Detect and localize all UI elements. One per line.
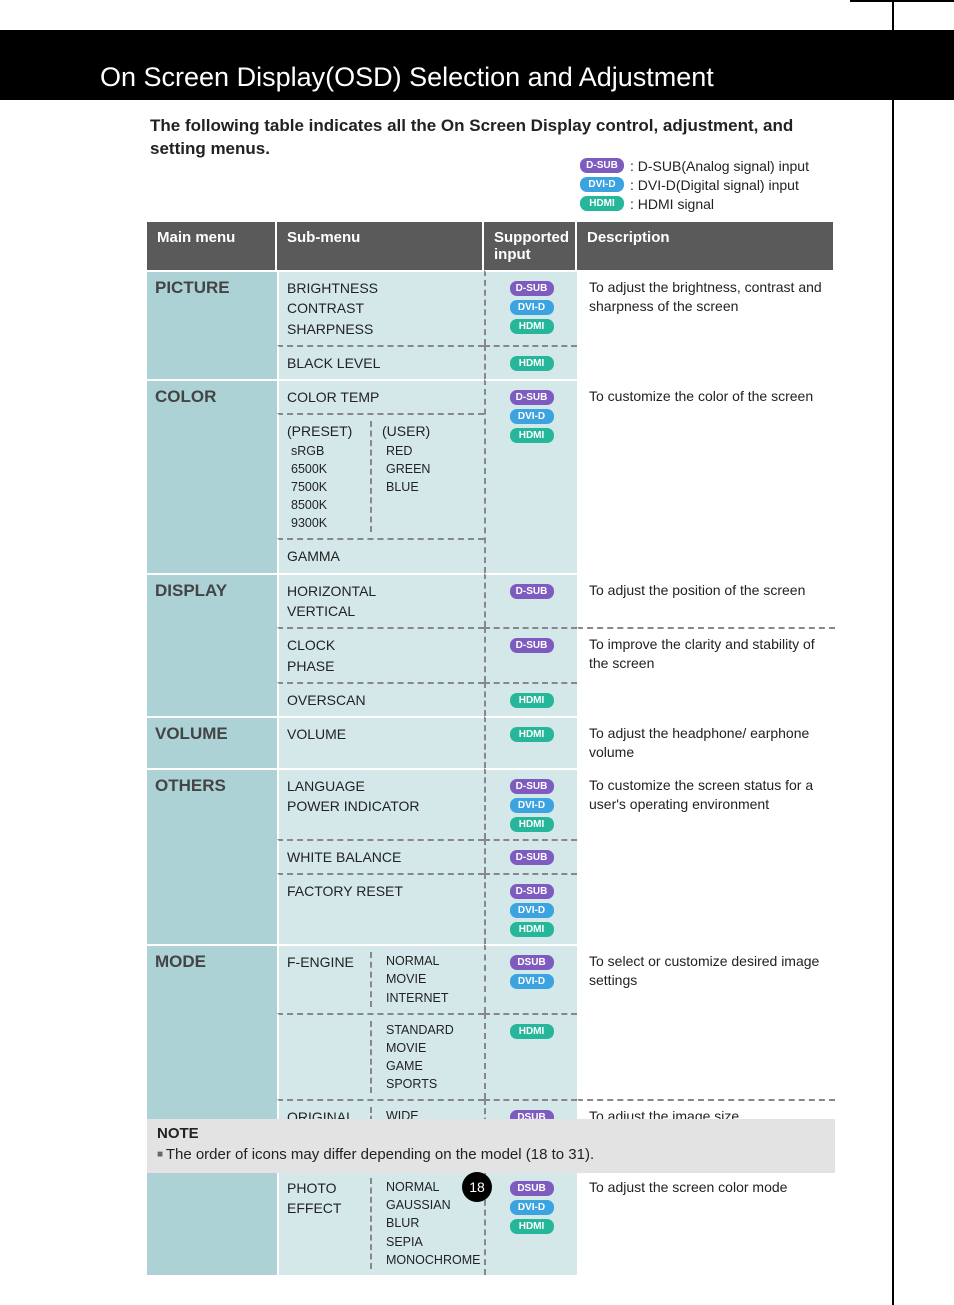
main-color: COLOR	[147, 379, 277, 573]
badge: HDMI	[510, 817, 554, 832]
preset-head: (PRESET)	[287, 421, 364, 441]
badge: DVI-D	[510, 974, 554, 989]
sub-picture-1: BRIGHTNESS CONTRAST SHARPNESS	[277, 270, 484, 345]
th-main: Main menu	[147, 222, 277, 270]
sub-display-3: OVERSCAN	[277, 682, 484, 716]
desc-mode-3: To adjust the screen color mode	[577, 1170, 835, 1275]
input-others-1: D-SUB DVI-D HDMI	[484, 768, 577, 839]
pe-label: PHOTO EFFECT	[287, 1178, 372, 1269]
badge: HDMI	[510, 428, 554, 443]
fe-list-a: NORMAL MOVIE INTERNET	[382, 952, 476, 1006]
input-display-1: D-SUB	[484, 573, 577, 628]
badge: D-SUB	[510, 884, 554, 899]
page-title: On Screen Display(OSD) Selection and Adj…	[100, 62, 714, 93]
intro-text: The following table indicates all the On…	[150, 115, 800, 161]
badge: DVI-D	[510, 903, 554, 918]
th-input: Supported input	[484, 222, 577, 270]
crop-mark-h	[850, 0, 954, 2]
legend-dsub-text: : D-SUB(Analog signal) input	[630, 158, 809, 174]
input-picture-1: D-SUB DVI-D HDMI	[484, 270, 577, 345]
input-display-2: D-SUB	[484, 627, 577, 682]
badge: HDMI	[510, 922, 554, 937]
sub-mode-fe-b: STANDARD MOVIE GAME SPORTS	[277, 1013, 484, 1100]
badge-dvid: DVI-D	[580, 177, 624, 192]
desc-mode-1: To select or customize desired image set…	[577, 944, 835, 1099]
fe-label: F-ENGINE	[287, 952, 372, 1006]
sub-others-2: WHITE BALANCE	[277, 839, 484, 873]
sub-display-2: CLOCK PHASE	[277, 627, 484, 682]
desc-color: To customize the color of the screen	[577, 379, 835, 573]
input-mode-fe-b: HDMI	[484, 1013, 577, 1100]
badge: HDMI	[510, 693, 554, 708]
badge: DVI-D	[510, 798, 554, 813]
legend-dvid-text: : DVI-D(Digital signal) input	[630, 177, 799, 193]
sub-display-1: HORIZONTAL VERTICAL	[277, 573, 484, 628]
badge: HDMI	[510, 1024, 554, 1039]
legend: D-SUB : D-SUB(Analog signal) input DVI-D…	[580, 155, 809, 214]
desc-picture: To adjust the brightness, contrast and s…	[577, 270, 835, 379]
fe-list-b: STANDARD MOVIE GAME SPORTS	[382, 1021, 476, 1094]
badge: DSUB	[510, 1181, 554, 1196]
th-desc: Description	[577, 222, 835, 270]
main-others: OTHERS	[147, 768, 277, 944]
sub-others-3: FACTORY RESET	[277, 873, 484, 944]
input-others-2: D-SUB	[484, 839, 577, 873]
badge: D-SUB	[510, 584, 554, 599]
th-sub: Sub-menu	[277, 222, 484, 270]
desc-volume: To adjust the headphone/ earphone volume	[577, 716, 835, 768]
badge: D-SUB	[510, 638, 554, 653]
note-box: NOTE The order of icons may differ depen…	[147, 1119, 835, 1173]
osd-table: Main menu Sub-menu Supported input Descr…	[147, 222, 835, 1275]
input-mode-pe: DSUB DVI-D HDMI	[484, 1170, 577, 1275]
badge: HDMI	[510, 356, 554, 371]
badge: D-SUB	[510, 390, 554, 405]
page-number: 18	[462, 1172, 492, 1202]
input-picture-2: HDMI	[484, 345, 577, 379]
badge: DVI-D	[510, 300, 554, 315]
badge: HDMI	[510, 727, 554, 742]
main-mode: MODE	[147, 944, 277, 1275]
user-list: RED GREEN BLUE	[382, 442, 476, 496]
badge: HDMI	[510, 319, 554, 334]
main-picture: PICTURE	[147, 270, 277, 379]
user-head: (USER)	[382, 421, 476, 441]
sub-mode-pe: PHOTO EFFECT NORMAL GAUSSIAN BLUR SEPIA …	[277, 1170, 484, 1275]
sub-mode-fe-a: F-ENGINE NORMAL MOVIE INTERNET	[277, 944, 484, 1012]
badge: DVI-D	[510, 1200, 554, 1215]
sub-color-preset: (PRESET) sRGB 6500K 7500K 8500K 9300K (U…	[277, 413, 484, 538]
sub-color-gamma: GAMMA	[277, 538, 484, 572]
desc-display-2: To improve the clarity and stability of …	[577, 627, 835, 716]
crop-mark-v	[892, 0, 894, 1305]
desc-others: To customize the screen status for a use…	[577, 768, 835, 944]
legend-hdmi-text: : HDMI signal	[630, 196, 714, 212]
badge-dsub: D-SUB	[580, 158, 624, 173]
badge: D-SUB	[510, 850, 554, 865]
badge: D-SUB	[510, 281, 554, 296]
input-color: D-SUB DVI-D HDMI	[484, 379, 577, 573]
badge: DSUB	[510, 955, 554, 970]
note-text: The order of icons may differ depending …	[157, 1146, 825, 1163]
input-volume: HDMI	[484, 716, 577, 768]
badge-hdmi: HDMI	[580, 196, 624, 211]
main-volume: VOLUME	[147, 716, 277, 768]
sub-volume: VOLUME	[277, 716, 484, 768]
sub-others-1: LANGUAGE POWER INDICATOR	[277, 768, 484, 839]
desc-display-1: To adjust the position of the screen	[577, 573, 835, 628]
badge: D-SUB	[510, 779, 554, 794]
input-display-3: HDMI	[484, 682, 577, 716]
note-title: NOTE	[157, 1125, 825, 1142]
badge: HDMI	[510, 1219, 554, 1234]
input-mode-fe-a: DSUB DVI-D	[484, 944, 577, 1012]
badge: DVI-D	[510, 409, 554, 424]
sub-color-ct: COLOR TEMP	[277, 379, 484, 413]
main-display: DISPLAY	[147, 573, 277, 716]
sub-picture-2: BLACK LEVEL	[277, 345, 484, 379]
preset-list: sRGB 6500K 7500K 8500K 9300K	[287, 442, 364, 533]
input-others-3: D-SUB DVI-D HDMI	[484, 873, 577, 944]
